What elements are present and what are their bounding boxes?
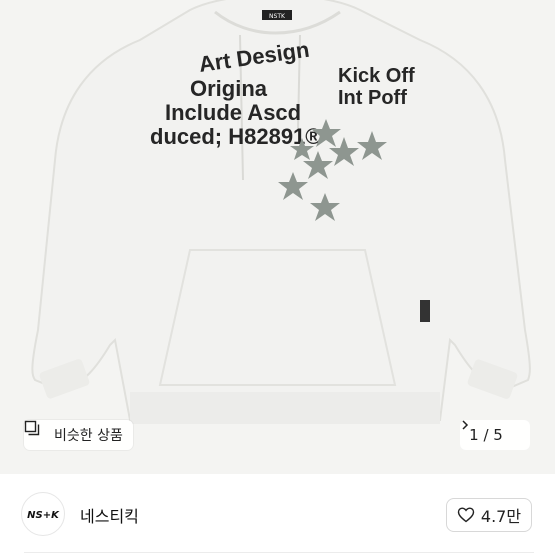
print-line-4: duced; H82891®	[150, 124, 322, 149]
image-pager[interactable]: 1 / 5	[460, 420, 530, 450]
divider	[24, 552, 534, 553]
similar-products-icon	[24, 420, 48, 443]
similar-products-label: 비슷한 상품	[54, 428, 123, 444]
neck-tag-text: NSTK	[269, 13, 286, 20]
print-kick-1: Kick Off	[338, 65, 415, 87]
print-line-2: Origina	[190, 76, 268, 101]
product-image[interactable]: NSTK Art Design Origina Include Ascd duc…	[0, 0, 555, 474]
seller-logo-text: NS+K	[27, 510, 60, 521]
similar-products-button[interactable]: 비슷한 상품	[24, 420, 133, 450]
seller-logo[interactable]: NS+K	[21, 492, 65, 536]
like-button[interactable]: 4.7만	[446, 498, 532, 532]
heart-outline-icon	[457, 506, 475, 524]
print-kick-2: Int Poff	[338, 87, 407, 109]
pager-text: 1 / 5	[469, 426, 503, 444]
like-count: 4.7만	[480, 507, 522, 526]
product-detail-page: NSTK Art Design Origina Include Ascd duc…	[0, 0, 555, 555]
chevron-right-icon	[462, 420, 521, 440]
print-line-3: Include Ascd	[165, 100, 301, 125]
seller-name[interactable]: 네스티킥	[80, 503, 139, 527]
hoodie-illustration: NSTK Art Design Origina Include Ascd duc…	[0, 0, 555, 474]
